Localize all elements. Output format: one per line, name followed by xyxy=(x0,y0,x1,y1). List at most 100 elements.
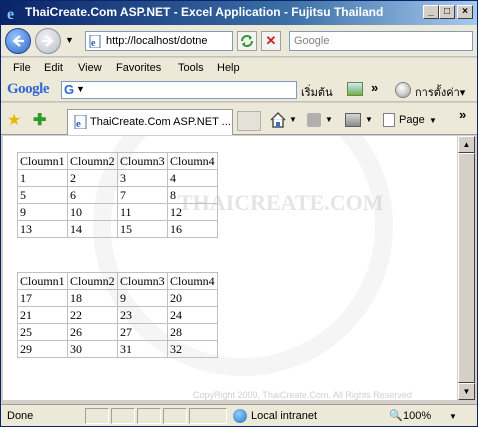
table-cell: 6 xyxy=(67,186,118,204)
zoom-level[interactable]: 100% xyxy=(403,410,431,422)
print-dropdown-icon[interactable]: ▼ xyxy=(365,115,373,133)
status-pane xyxy=(189,408,227,424)
column-header: Cloumn3 xyxy=(117,272,168,290)
favorites-star-icon[interactable]: ★ xyxy=(7,110,21,130)
settings-icon[interactable] xyxy=(395,82,411,98)
zoom-dropdown-icon[interactable]: ▼ xyxy=(449,412,457,421)
add-favorite-icon[interactable]: ✚ xyxy=(33,110,46,130)
status-pane xyxy=(85,408,109,424)
table-cell: 31 xyxy=(117,340,168,358)
column-header: Cloumn1 xyxy=(17,152,68,170)
feeds-icon[interactable] xyxy=(307,113,321,127)
table-cell: 2 xyxy=(67,169,118,187)
forward-button[interactable] xyxy=(35,28,61,54)
history-dropdown-icon[interactable]: ▼ xyxy=(65,35,74,45)
google-g-icon: G xyxy=(64,82,75,97)
forward-arrow-icon xyxy=(42,35,54,47)
table-cell: 5 xyxy=(17,186,68,204)
svg-text:e: e xyxy=(7,6,14,21)
table-cell: 29 xyxy=(17,340,68,358)
print-icon[interactable] xyxy=(345,113,361,127)
zoom-icon: 🔍 xyxy=(389,410,403,422)
table-row: 25 26 27 28 xyxy=(17,323,218,341)
table-cell: 11 xyxy=(117,203,168,221)
address-bar[interactable]: e http://localhost/dotne xyxy=(85,31,233,51)
table-row: 21 22 23 24 xyxy=(17,306,218,324)
menu-edit[interactable]: Edit xyxy=(44,62,63,74)
feeds-dropdown-icon[interactable]: ▼ xyxy=(325,115,333,133)
table-cell: 9 xyxy=(17,203,68,221)
back-button[interactable] xyxy=(5,28,31,54)
google-search-input[interactable]: G ▼ xyxy=(61,81,297,99)
menu-view[interactable]: View xyxy=(78,62,102,74)
page-menu-button[interactable]: Page xyxy=(399,114,425,132)
table-row: 29 30 31 32 xyxy=(17,340,218,358)
table-cell: 32 xyxy=(167,340,218,358)
table-cell: 30 xyxy=(67,340,118,358)
maximize-button[interactable]: □ xyxy=(439,5,455,19)
page-dropdown-icon[interactable]: ▼ xyxy=(429,116,437,134)
status-bar: Done Local intranet 🔍 100% ▼ xyxy=(1,404,477,426)
table-cell: 20 xyxy=(167,289,218,307)
refresh-icon xyxy=(241,35,253,47)
data-table-1: Cloumn1 Cloumn2 Cloumn3 Cloumn4 1 2 3 4 … xyxy=(17,152,218,238)
menu-bar: File Edit View Favorites Tools Help xyxy=(1,58,477,78)
vertical-scrollbar[interactable]: ▲ ▼ xyxy=(458,136,475,400)
close-button[interactable]: × xyxy=(457,5,473,19)
column-header: Cloumn4 xyxy=(167,152,218,170)
menu-favorites[interactable]: Favorites xyxy=(116,62,161,74)
scroll-up-button[interactable]: ▲ xyxy=(458,136,475,153)
refresh-button[interactable] xyxy=(237,31,257,51)
table-cell: 9 xyxy=(117,289,168,307)
table-header-row: Cloumn1 Cloumn2 Cloumn3 Cloumn4 xyxy=(17,272,218,290)
tab-active[interactable]: e ThaiCreate.Com ASP.NET ... xyxy=(67,109,233,135)
image-search-icon[interactable] xyxy=(347,82,363,96)
table-cell: 24 xyxy=(167,306,218,324)
scroll-thumb[interactable] xyxy=(458,153,475,383)
globe-icon xyxy=(233,409,247,423)
security-zone[interactable]: Local intranet xyxy=(251,410,317,422)
table-row: 9 10 11 12 xyxy=(17,203,218,221)
column-header: Cloumn2 xyxy=(67,152,118,170)
table-cell: 7 xyxy=(117,186,168,204)
table-cell: 25 xyxy=(17,323,68,341)
command-more-button[interactable]: » xyxy=(459,107,466,125)
svg-text:e: e xyxy=(91,38,96,48)
stop-button[interactable]: ✕ xyxy=(261,31,281,51)
table-cell: 1 xyxy=(17,169,68,187)
table-header-row: Cloumn1 Cloumn2 Cloumn3 Cloumn4 xyxy=(17,152,218,170)
chevron-down-icon[interactable]: ▼ xyxy=(76,84,85,94)
table-cell: 17 xyxy=(17,289,68,307)
status-text: Done xyxy=(7,410,34,422)
page-content: THAICREATE.COM Cloumn1 Cloumn2 Cloumn3 C… xyxy=(3,136,457,400)
scroll-down-button[interactable]: ▼ xyxy=(458,383,475,400)
google-toolbar: Google G ▼ เริ่มต้น » การตั้งค่า▾ xyxy=(1,78,477,102)
google-more-button[interactable]: » xyxy=(371,80,378,95)
table-cell: 10 xyxy=(67,203,118,221)
google-settings-button[interactable]: การตั้งค่า▾ xyxy=(415,83,465,101)
new-tab-button[interactable] xyxy=(237,111,261,131)
home-icon[interactable] xyxy=(269,111,287,129)
table-cell: 28 xyxy=(167,323,218,341)
menu-tools[interactable]: Tools xyxy=(178,62,204,74)
page-menu-icon[interactable] xyxy=(383,113,395,127)
table-row: 1 2 3 4 xyxy=(17,169,218,187)
title-bar[interactable]: e ThaiCreate.Com ASP.NET - Excel Applica… xyxy=(1,1,477,25)
tab-page-icon: e xyxy=(74,115,87,129)
minimize-button[interactable]: _ xyxy=(423,5,439,19)
page-icon: e xyxy=(89,35,101,48)
table-cell: 23 xyxy=(117,306,168,324)
tab-command-bar: ★ ✚ e ThaiCreate.Com ASP.NET ... ▼ ▼ ▼ P… xyxy=(1,103,477,135)
tab-label: ThaiCreate.Com ASP.NET ... xyxy=(90,116,231,128)
table-cell: 16 xyxy=(167,220,218,238)
menu-file[interactable]: File xyxy=(13,62,31,74)
google-start-button[interactable]: เริ่มต้น xyxy=(301,83,333,101)
menu-help[interactable]: Help xyxy=(217,62,240,74)
search-input[interactable]: Google xyxy=(289,31,473,51)
status-pane xyxy=(163,408,187,424)
copyright-text: CopyRight 2009, ThaiCreate.Com. All Righ… xyxy=(193,390,412,400)
address-input[interactable]: http://localhost/dotne xyxy=(106,35,230,47)
home-dropdown-icon[interactable]: ▼ xyxy=(289,115,297,133)
table-row: 5 6 7 8 xyxy=(17,186,218,204)
table-cell: 22 xyxy=(67,306,118,324)
